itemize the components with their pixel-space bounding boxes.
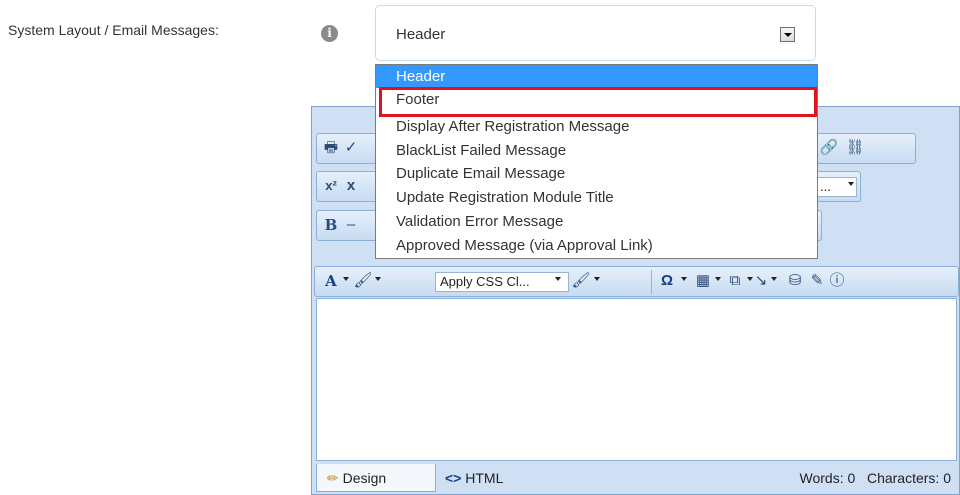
footer-highlight-box (379, 87, 817, 117)
about-icon[interactable]: ⓘ (827, 271, 847, 291)
chevron-down-icon[interactable] (375, 277, 381, 281)
tab-design[interactable]: ✏ Design (316, 464, 436, 492)
bold-icon[interactable]: B (321, 215, 341, 235)
chevron-down-icon[interactable] (343, 277, 349, 281)
toolbar-separator (651, 270, 652, 294)
chevron-down-icon[interactable] (715, 277, 721, 281)
word-count: Words: 0 Characters: 0 (800, 464, 951, 492)
words-count: Words: 0 (799, 470, 856, 486)
characters-count: Characters: 0 (866, 470, 951, 486)
pencil-icon: ✏ (327, 470, 339, 486)
spellcheck-icon[interactable]: ✓ (341, 138, 361, 158)
field-label: System Layout / Email Messages: (8, 22, 219, 38)
table-icon[interactable]: ▦ (693, 271, 713, 291)
chevron-down-icon[interactable] (780, 27, 795, 42)
editor-content-area[interactable] (316, 298, 957, 461)
chevron-down-icon[interactable] (555, 277, 561, 281)
print-icon[interactable]: 🖶 (321, 138, 341, 158)
chevron-down-icon[interactable] (848, 182, 854, 186)
paragraph-style-dropdown[interactable]: ... (815, 177, 857, 197)
option-approved-message[interactable]: Approved Message (via Approval Link) (376, 234, 817, 257)
code-icon: <> (445, 470, 462, 486)
option-duplicate-email[interactable]: Duplicate Email Message (376, 162, 817, 185)
chevron-down-icon[interactable] (594, 277, 600, 281)
select-value: Header (396, 26, 446, 43)
document-edit-icon[interactable]: ✎ (807, 271, 827, 291)
tab-design-label: Design (342, 470, 387, 486)
message-type-select[interactable]: Header (375, 5, 816, 61)
css-class-dropdown[interactable]: Apply CSS Cl... (435, 272, 569, 292)
template-icon[interactable]: ⛁ (785, 271, 805, 291)
highlight-color-icon[interactable]: 🖌 (353, 271, 373, 291)
toolbar-row-4: A 🖌 Apply CSS Cl... 🖌 Ω ▦ ⧉ ↘ ⛁ ✎ ⓘ (314, 266, 959, 297)
option-validation-error[interactable]: Validation Error Message (376, 210, 817, 233)
unlink-icon[interactable]: ⛓ (845, 138, 865, 158)
italic-icon[interactable]: – (341, 215, 361, 235)
chevron-down-icon[interactable] (681, 277, 687, 281)
option-blacklist-failed[interactable]: BlackList Failed Message (376, 139, 817, 162)
snippet-icon[interactable]: ⧉ (725, 271, 745, 291)
link-icon[interactable]: 🔗 (819, 138, 839, 158)
special-characters-icon[interactable]: Ω (657, 271, 677, 291)
option-update-registration-title[interactable]: Update Registration Module Title (376, 186, 817, 209)
editor-status-bar: ✏ Design <> HTML Words: 0 Characters: 0 (312, 462, 959, 494)
font-color-icon[interactable]: A (321, 271, 341, 291)
info-icon[interactable]: i (321, 25, 338, 42)
hyperlink-icon[interactable]: ↘ (751, 271, 771, 291)
format-stripper-icon[interactable]: 🖌 (571, 271, 591, 291)
option-display-after-registration[interactable]: Display After Registration Message (376, 115, 817, 138)
chevron-down-icon[interactable] (771, 277, 777, 281)
option-header[interactable]: Header (376, 65, 817, 88)
superscript-icon[interactable]: x² (321, 176, 341, 196)
tab-html[interactable]: <> HTML (445, 464, 555, 492)
tab-html-label: HTML (465, 470, 504, 486)
subscript-icon[interactable]: x (341, 176, 361, 196)
